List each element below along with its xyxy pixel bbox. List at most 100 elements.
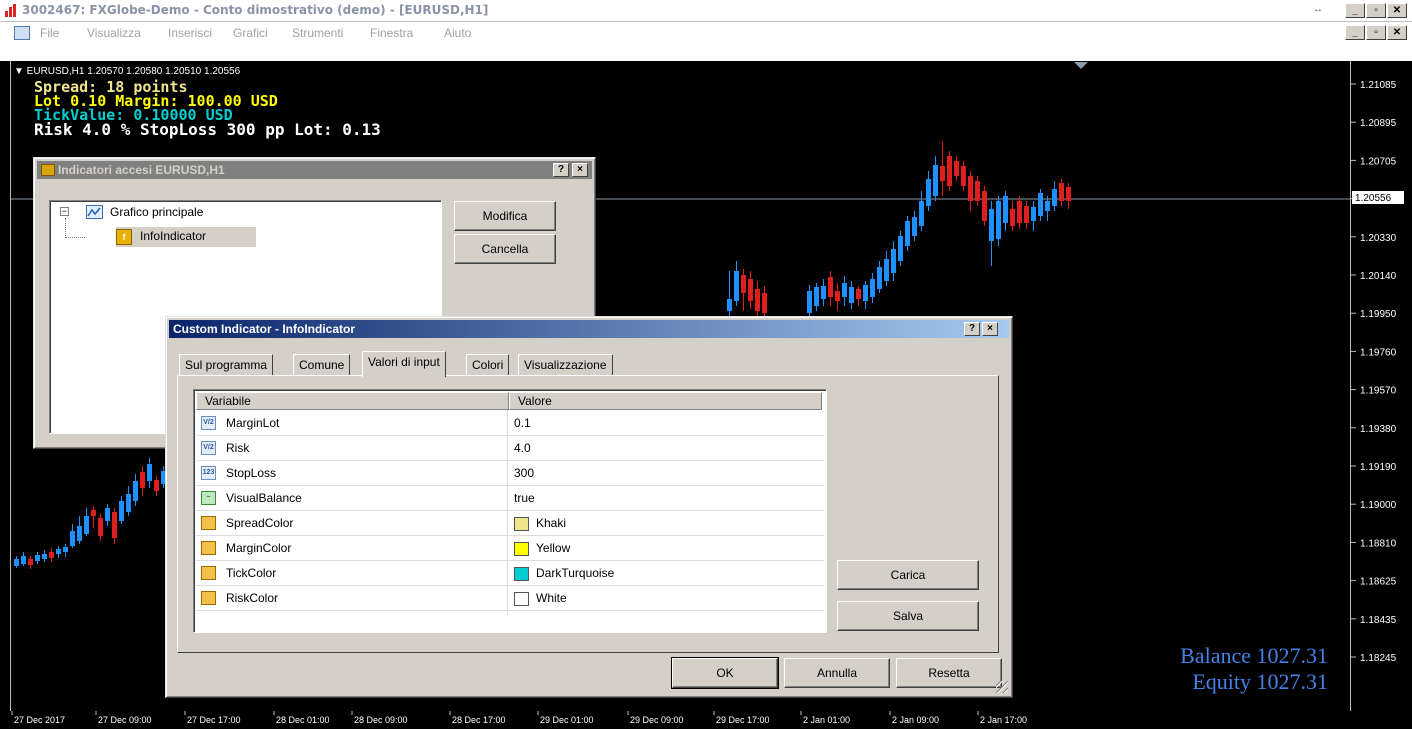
candle-body: [1052, 189, 1057, 206]
resize-grip-icon[interactable]: [996, 681, 1008, 693]
tab-valori-di-input[interactable]: Valori di input: [362, 351, 446, 377]
parameter-value[interactable]: DarkTurquoise: [536, 566, 614, 580]
window-title: 3002467: FXGlobe-Demo - Conto dimostrati…: [22, 3, 489, 17]
child-minimize-button[interactable]: _: [1345, 25, 1365, 40]
indicators-dialog-titlebar[interactable]: Indicatori accesi EURUSD,H1 ? ×: [37, 161, 592, 179]
color-swatch[interactable]: [514, 542, 529, 556]
parameter-value[interactable]: Yellow: [536, 541, 570, 555]
time-label: 2 Jan 01:00: [803, 715, 850, 725]
menu-strumenti[interactable]: Strumenti: [292, 26, 343, 40]
menu-grafici[interactable]: Grafici: [233, 26, 268, 40]
candle-body: [49, 552, 54, 558]
color-swatch[interactable]: [514, 567, 529, 581]
equity-text: Equity 1027.31: [1192, 669, 1328, 694]
candle-body: [828, 277, 833, 297]
custom-indicator-dialog: Custom Indicator - InfoIndicator ? × Sul…: [165, 316, 1013, 698]
tab-colori[interactable]: Colori: [466, 354, 510, 376]
delete-button[interactable]: Cancella: [454, 234, 556, 264]
parameter-value[interactable]: Khaki: [536, 516, 566, 530]
candle-body: [762, 293, 767, 313]
candle-body: [14, 559, 19, 566]
child-close-button[interactable]: ✕: [1387, 25, 1407, 40]
menu-file[interactable]: File: [40, 26, 59, 40]
table-row[interactable]: MarginColor Yellow: [196, 536, 824, 561]
close-button[interactable]: ×: [982, 322, 998, 336]
candle-body: [28, 559, 33, 565]
time-label: 29 Dec 09:00: [630, 715, 684, 725]
input-parameters-grid[interactable]: Variabile Valore V/2 MarginLot 0.1 V/2 Risk 4…: [193, 389, 827, 633]
reset-button[interactable]: Resetta: [896, 658, 1002, 688]
candle-body: [898, 236, 903, 261]
candle-body: [835, 291, 840, 301]
tree-item-main-chart[interactable]: Grafico principale: [110, 205, 203, 219]
cancel-button[interactable]: Annulla: [784, 658, 890, 688]
candle-body: [954, 161, 959, 176]
load-button[interactable]: Carica: [837, 560, 979, 590]
candle-body: [926, 179, 931, 206]
column-header-variabile[interactable]: Variabile: [196, 392, 509, 410]
candle-body: [140, 472, 145, 488]
menu-aiuto[interactable]: Aiuto: [444, 26, 471, 40]
candle-body: [877, 267, 882, 289]
candle-body: [968, 176, 973, 201]
candle-body: [1010, 209, 1015, 226]
ok-button[interactable]: OK: [671, 657, 779, 689]
table-row[interactable]: 123 StopLoss 300: [196, 461, 824, 486]
color-swatch[interactable]: [514, 592, 529, 606]
menu-finestra[interactable]: Finestra: [370, 26, 413, 40]
color-type-icon: [201, 541, 216, 555]
parameter-value[interactable]: 0.1: [514, 416, 531, 430]
candle-body: [940, 166, 945, 181]
candle-body: [112, 512, 117, 538]
table-row[interactable]: RiskColor White: [196, 586, 824, 611]
candle-body: [1017, 201, 1022, 223]
modify-button[interactable]: Modifica: [454, 201, 556, 231]
time-axis: 27 Dec 2017 27 Dec 09:00 27 Dec 17:00 28 De…: [0, 711, 1412, 726]
minimize-button[interactable]: _: [1345, 3, 1365, 18]
menu-visualizza[interactable]: Visualizza: [87, 26, 141, 40]
time-label: 27 Dec 09:00: [98, 715, 152, 725]
table-row[interactable]: ~ VisualBalance true: [196, 486, 824, 511]
restore-layout-icon[interactable]: ↔: [1308, 3, 1328, 18]
candle-body: [947, 156, 952, 186]
help-button[interactable]: ?: [964, 322, 980, 336]
maximize-button[interactable]: ▫: [1366, 3, 1386, 18]
column-header-valore[interactable]: Valore: [509, 392, 822, 410]
tree-collapse-icon[interactable]: −: [60, 207, 69, 216]
close-button[interactable]: ×: [572, 163, 588, 177]
save-button[interactable]: Salva: [837, 601, 979, 631]
table-row[interactable]: TickColor DarkTurquoise: [196, 561, 824, 586]
parameter-value[interactable]: true: [514, 491, 535, 505]
table-row[interactable]: SpreadColor Khaki: [196, 511, 824, 536]
parameter-value[interactable]: 4.0: [514, 441, 531, 455]
help-button[interactable]: ?: [553, 163, 569, 177]
table-row[interactable]: V/2 Risk 4.0: [196, 436, 824, 461]
candle-body: [961, 166, 966, 186]
color-swatch[interactable]: [514, 517, 529, 531]
menu-inserisci[interactable]: Inserisci: [168, 26, 212, 40]
time-label: 28 Dec 17:00: [452, 715, 506, 725]
time-label: 29 Dec 17:00: [716, 715, 770, 725]
tab-visualizzazione[interactable]: Visualizzazione: [518, 354, 613, 376]
candle-body: [91, 510, 96, 516]
candle-body: [807, 291, 812, 313]
close-button[interactable]: ✕: [1387, 3, 1407, 18]
table-row[interactable]: V/2 MarginLot 0.1: [196, 411, 824, 436]
parameter-value[interactable]: White: [536, 591, 567, 605]
custom-dialog-titlebar[interactable]: Custom Indicator - InfoIndicator ? ×: [169, 320, 1009, 338]
tab-comune[interactable]: Comune: [293, 354, 351, 376]
candle-body: [996, 201, 1001, 239]
bool-type-icon: ~: [201, 491, 216, 505]
candle-body: [63, 547, 68, 552]
child-maximize-button[interactable]: ▫: [1366, 25, 1386, 40]
candle-body: [1059, 183, 1064, 201]
color-type-icon: [201, 566, 216, 580]
parameter-value[interactable]: 300: [514, 466, 534, 480]
tree-item-infoindicator[interactable]: InfoIndicator: [140, 229, 206, 243]
menu-bar: File Visualizza Inserisci Grafici Strume…: [0, 22, 1412, 61]
candle-body: [35, 555, 40, 561]
price-label: 1.19950: [1360, 309, 1397, 320]
price-label: 1.20330: [1360, 233, 1397, 244]
tab-sul-programma[interactable]: Sul programma: [179, 354, 274, 376]
double-type-icon: V/2: [201, 416, 216, 430]
